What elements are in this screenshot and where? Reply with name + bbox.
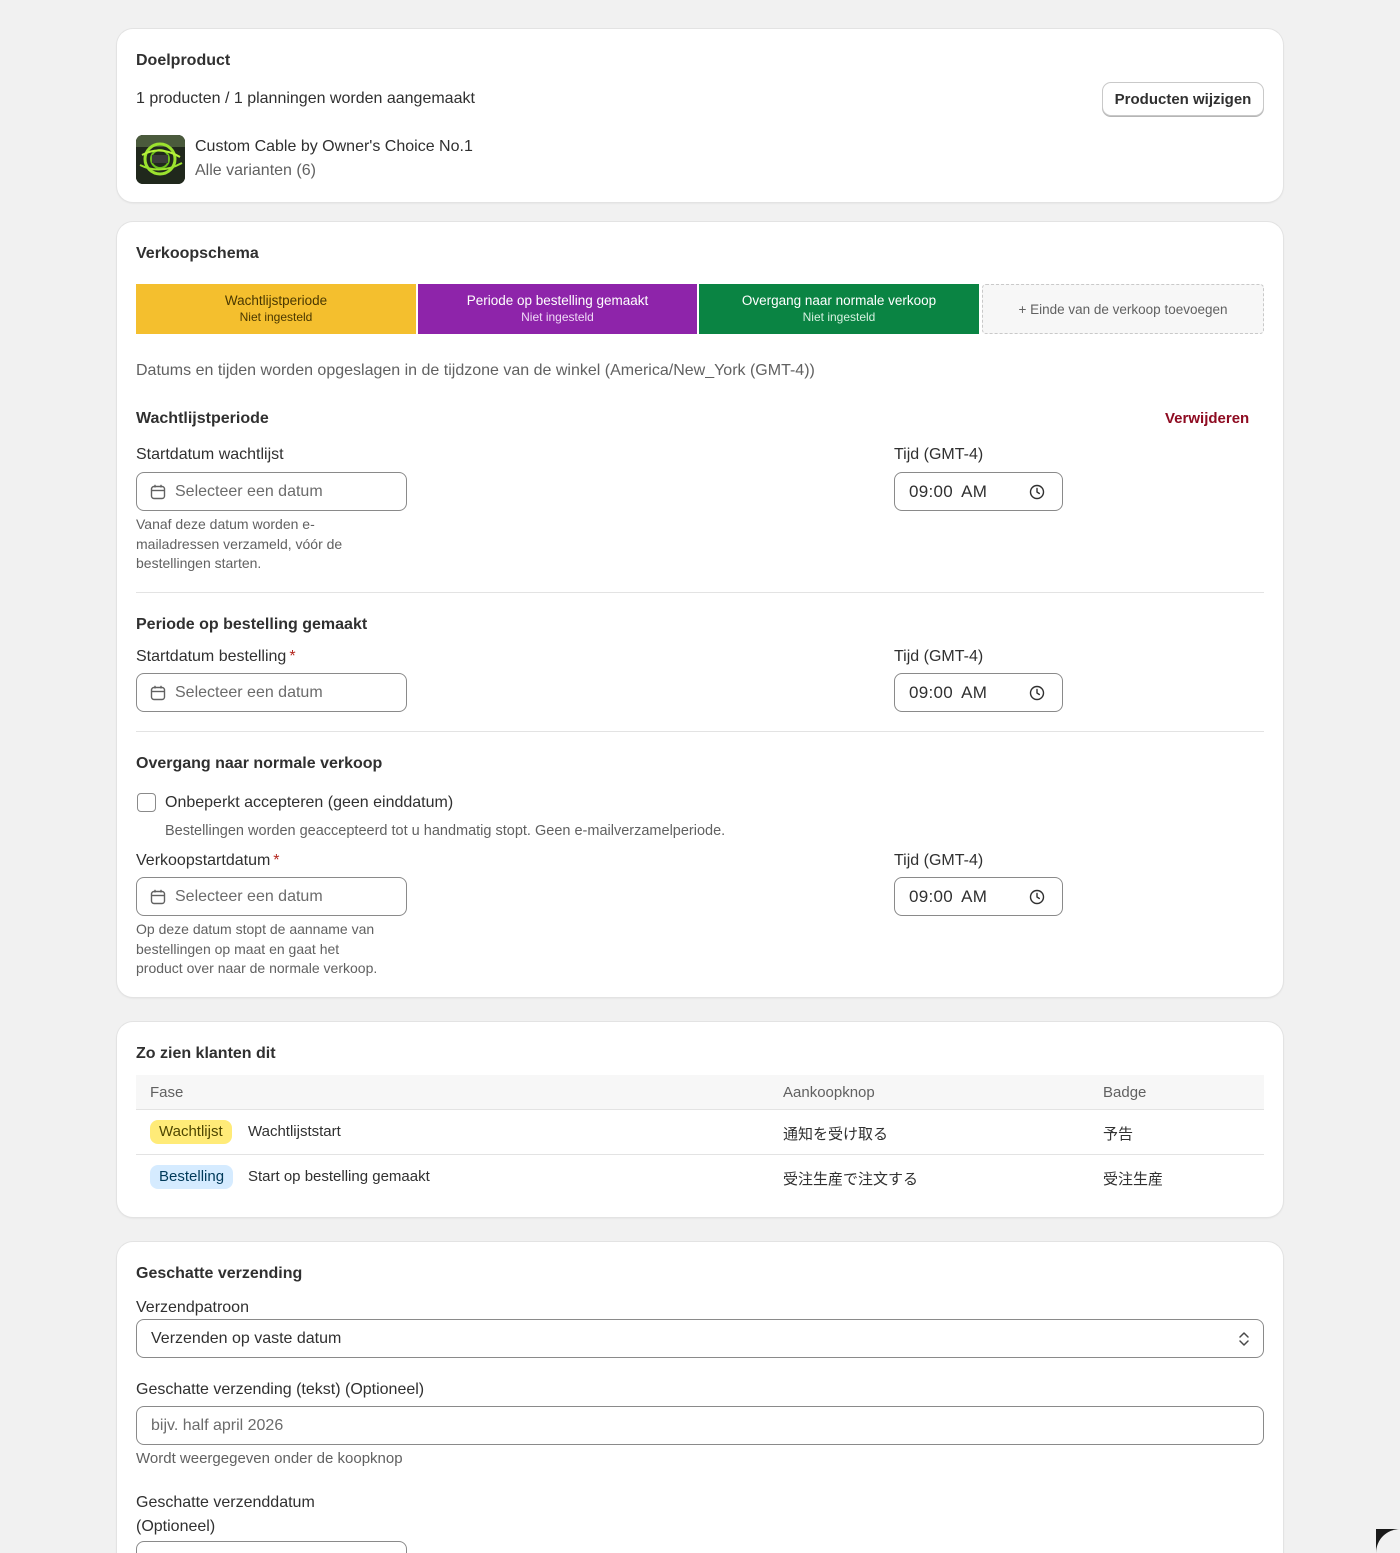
waitlist-time-input[interactable]: 09:00 AM xyxy=(894,472,1063,511)
order-start-date-label: Startdatum bestelling * xyxy=(136,648,296,666)
window-corner xyxy=(1376,1529,1400,1553)
sale-time-input[interactable]: 09:00 AM xyxy=(894,877,1063,916)
order-start-date-input[interactable]: Selecteer een datum xyxy=(136,673,407,712)
calendar-icon xyxy=(150,484,166,499)
table-row: Bestelling Start op bestelling gemaakt 受… xyxy=(136,1155,1264,1200)
product-variants: Alle varianten (6) xyxy=(195,162,316,179)
waitlist-date-label: Startdatum wachtlijst xyxy=(136,446,284,463)
segment-title: Periode op bestelling gemaakt xyxy=(466,293,649,308)
timeline-segment-made-to-order[interactable]: Periode op bestelling gemaakt Niet inges… xyxy=(418,284,697,334)
column-header-buy-button: Aankoopknop xyxy=(783,1084,875,1101)
phase-badge: Wachtlijst xyxy=(150,1120,232,1144)
sale-start-date-label: Verkoopstartdatum * xyxy=(136,852,280,870)
required-mark: * xyxy=(289,648,296,665)
phase-name: Start op bestelling gemaakt xyxy=(248,1168,430,1185)
shipping-text-label: Geschatte verzending (tekst) (Optioneel) xyxy=(136,1381,425,1398)
remove-waitlist-link[interactable]: Verwijderen xyxy=(1165,410,1249,427)
unlimited-checkbox-label[interactable]: Onbeperkt accepteren (geen einddatum) xyxy=(165,794,453,812)
timezone-note: Datums en tijden worden opgeslagen in de… xyxy=(136,362,815,379)
change-products-button[interactable]: Producten wijzigen xyxy=(1102,82,1264,116)
table-header: Fase Aankoopknop Badge xyxy=(136,1075,1264,1110)
waitlist-time-label: Tijd (GMT-4) xyxy=(894,446,984,463)
product-name: Custom Cable by Owner's Choice No.1 xyxy=(195,138,473,155)
calendar-icon xyxy=(150,889,166,904)
time-value: 09:00 AM xyxy=(909,682,988,702)
shipping-card: Geschatte verzending Verzendpatroon Verz… xyxy=(117,1242,1283,1553)
time-value: 09:00 AM xyxy=(909,886,988,906)
shipping-text-help: Wordt weergegeven onder de koopknop xyxy=(136,1450,403,1467)
made-to-order-heading: Periode op bestelling gemaakt xyxy=(136,616,368,633)
buy-button-text: 受注生産で注文する xyxy=(783,1171,919,1188)
shipping-date-label: Geschatte verzenddatum (Optioneel) xyxy=(136,1491,315,1539)
clock-icon xyxy=(1029,889,1045,905)
target-product-card: Doelproduct 1 producten / 1 planningen w… xyxy=(117,29,1283,202)
sales-schedule-card: Verkoopschema Wachtlijstperiode Niet ing… xyxy=(117,222,1283,997)
target-product-title: Doelproduct xyxy=(136,52,231,69)
badge-text: 予告 xyxy=(1103,1126,1134,1143)
segment-status: Niet ingesteld xyxy=(521,310,594,324)
badge-text: 受注生産 xyxy=(1103,1171,1164,1188)
table-row: Wachtlijst Wachtlijststart 通知を受け取る 予告 xyxy=(136,1110,1264,1155)
select-chevron-icon xyxy=(1239,1332,1249,1346)
help-line: bestellingen op maat en gaat het xyxy=(136,940,340,957)
help-line: Op deze datum stopt de aanname van xyxy=(136,921,375,937)
segment-title: Overgang naar normale verkoop xyxy=(741,293,937,308)
clock-icon xyxy=(1029,685,1045,701)
date-placeholder: Selecteer een datum xyxy=(175,683,323,701)
sale-start-date-help: Op deze datum stopt de aanname van beste… xyxy=(136,920,377,979)
unlimited-checkbox[interactable] xyxy=(137,793,156,812)
time-value: 09:00 AM xyxy=(909,481,988,501)
customer-view-title: Zo zien klanten dit xyxy=(136,1045,276,1062)
help-line: Vanaf deze datum worden e- xyxy=(136,516,315,532)
transition-heading: Overgang naar normale verkoop xyxy=(136,755,383,772)
waitlist-date-help: Vanaf deze datum worden e- mailadressen … xyxy=(136,515,342,574)
input-placeholder: bijv. half april 2026 xyxy=(151,1417,284,1434)
add-sale-end-button[interactable]: + Einde van de verkoop toevoegen xyxy=(982,284,1264,334)
select-value: Verzenden op vaste datum xyxy=(151,1330,342,1347)
phase-badge: Bestelling xyxy=(150,1165,234,1189)
shipping-title: Geschatte verzending xyxy=(136,1265,303,1282)
label-line: Geschatte verzenddatum xyxy=(136,1494,315,1511)
waitlist-date-input[interactable]: Selecteer een datum xyxy=(136,472,407,511)
order-time-input[interactable]: 09:00 AM xyxy=(894,673,1063,712)
shipping-text-input[interactable]: bijv. half april 2026 xyxy=(136,1406,1264,1445)
help-line: mailadressen verzameld, vóór de xyxy=(136,535,343,552)
help-line: bestellingen starten. xyxy=(136,555,262,571)
shipping-date-input[interactable] xyxy=(136,1541,407,1553)
timeline-segment-waitlist[interactable]: Wachtlijstperiode Niet ingesteld xyxy=(136,284,416,334)
buy-button-text: 通知を受け取る xyxy=(783,1126,889,1143)
date-placeholder: Selecteer een datum xyxy=(175,482,323,500)
segment-status: Niet ingesteld xyxy=(239,310,313,324)
section-divider xyxy=(136,592,1264,593)
date-placeholder: Selecteer een datum xyxy=(175,887,323,905)
clock-icon xyxy=(1029,484,1045,500)
label-text: Startdatum bestelling xyxy=(136,648,287,665)
phase-name: Wachtlijststart xyxy=(248,1123,341,1140)
help-line: product over naar de normale verkoop. xyxy=(136,960,378,976)
order-time-label: Tijd (GMT-4) xyxy=(894,648,984,665)
unlimited-checkbox-help: Bestellingen worden geaccepteerd tot u h… xyxy=(165,823,726,839)
timeline-segment-transition[interactable]: Overgang naar normale verkoop Niet inges… xyxy=(699,284,979,334)
sale-start-date-input[interactable]: Selecteer een datum xyxy=(136,877,407,916)
segment-title: Wachtlijstperiode xyxy=(224,293,328,308)
segment-status: Niet ingesteld xyxy=(802,310,876,324)
column-header-phase: Fase xyxy=(150,1084,184,1101)
calendar-icon xyxy=(150,685,166,700)
label-text: Verkoopstartdatum xyxy=(136,852,271,869)
add-sale-end-label: + Einde van de verkoop toevoegen xyxy=(1018,301,1228,317)
sale-time-label: Tijd (GMT-4) xyxy=(894,852,984,869)
shipping-pattern-select[interactable]: Verzenden op vaste datum xyxy=(136,1319,1264,1358)
planning-summary: 1 producten / 1 planningen worden aangem… xyxy=(136,90,475,107)
required-mark: * xyxy=(273,852,280,869)
waitlist-heading: Wachtlijstperiode xyxy=(136,410,269,427)
label-line: (Optioneel) xyxy=(136,1518,216,1535)
column-header-badge: Badge xyxy=(1103,1084,1147,1101)
product-thumbnail xyxy=(136,135,185,184)
shipping-pattern-label: Verzendpatroon xyxy=(136,1299,249,1316)
customer-view-card: Zo zien klanten dit Fase Aankoopknop Bad… xyxy=(117,1022,1283,1217)
sales-schedule-title: Verkoopschema xyxy=(136,245,259,262)
section-divider xyxy=(136,731,1264,732)
